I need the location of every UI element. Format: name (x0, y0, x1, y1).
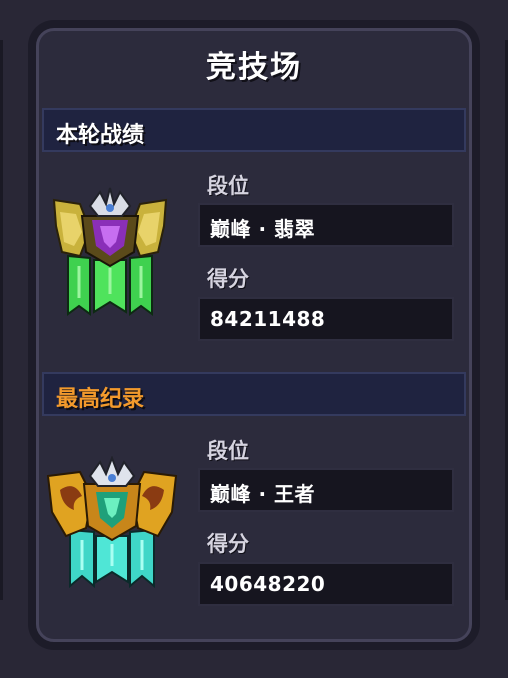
current-round-header: 本轮战绩 (42, 108, 466, 152)
current-rank-label: 段位 (207, 174, 249, 198)
current-round-header-label: 本轮战绩 (56, 123, 145, 148)
panel-title: 竞技场 (206, 50, 302, 85)
best-rank-field: 巅峰 · 王者 (198, 468, 454, 512)
left-edge (0, 40, 3, 600)
best-rank-value: 巅峰 · 王者 (210, 482, 316, 506)
best-score-field: 40648220 (198, 562, 454, 606)
best-rank-label: 段位 (207, 439, 249, 463)
best-record-header: 最高纪录 (42, 372, 466, 416)
emerald-rank-emblem-icon (52, 187, 168, 316)
current-score-field: 84211488 (198, 297, 454, 341)
current-rank-field: 巅峰 · 翡翠 (198, 203, 454, 247)
king-rank-emblem-icon (46, 456, 178, 589)
current-score-value: 84211488 (210, 307, 326, 331)
current-rank-value: 巅峰 · 翡翠 (210, 217, 316, 241)
current-score-label: 得分 (207, 267, 249, 291)
arena-screen: 竞技场 本轮战绩 段位 巅峰 · 翡翠 得分 84211488 最高纪录 段位 … (0, 0, 508, 678)
best-score-label: 得分 (207, 532, 249, 556)
best-score-value: 40648220 (210, 572, 326, 596)
best-record-header-label: 最高纪录 (56, 387, 145, 412)
